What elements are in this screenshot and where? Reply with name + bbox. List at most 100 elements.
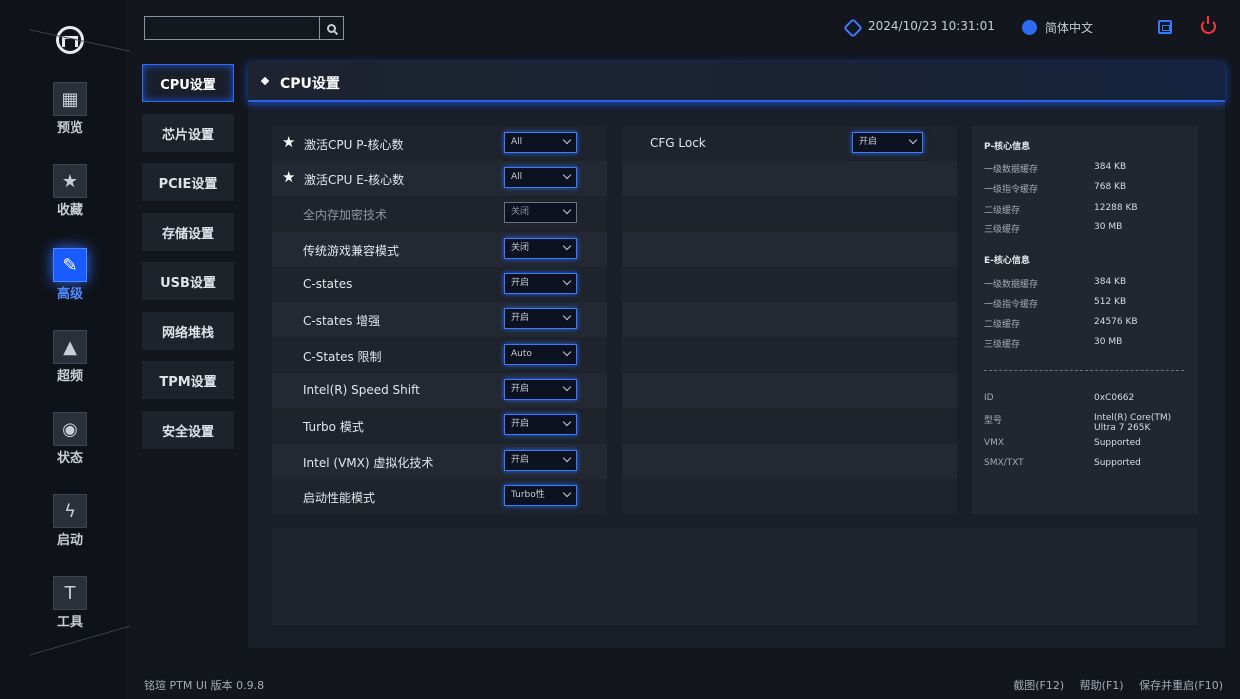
- screenshot-button[interactable]: 截图(F12): [1013, 679, 1064, 692]
- empty-row: [622, 444, 957, 479]
- info-value: 24576 KB: [1094, 317, 1138, 327]
- nav-item-advanced[interactable]: ✎ 高级: [48, 248, 92, 302]
- nav-item-tools[interactable]: T 工具: [48, 576, 92, 630]
- nav-item-overview[interactable]: ▦ 预览: [48, 82, 92, 136]
- eye-icon: ◉: [53, 412, 87, 446]
- panel-title: CPU设置: [280, 76, 340, 92]
- setting-select[interactable]: 开启: [504, 414, 577, 435]
- select-value: Turbo性: [511, 490, 545, 500]
- setting-row[interactable]: Intel(R) Speed Shift 开启: [272, 373, 607, 408]
- search-button[interactable]: [319, 17, 343, 39]
- setting-label: C-states 增强: [303, 314, 381, 328]
- select-value: 开启: [511, 419, 530, 429]
- panel-header: CPU设置: [248, 62, 1225, 102]
- info-value: 512 KB: [1094, 297, 1127, 307]
- info-value: 768 KB: [1094, 182, 1127, 192]
- select-value: All: [511, 172, 523, 182]
- help-button[interactable]: 帮助(F1): [1080, 679, 1124, 692]
- e-core-info-header: E-核心信息: [984, 256, 1030, 266]
- info-value: Supported: [1094, 458, 1141, 468]
- empty-row: [622, 232, 957, 267]
- setting-select[interactable]: 开启: [504, 450, 577, 471]
- setting-row[interactable]: Turbo 模式 开启: [272, 408, 607, 443]
- info-value: Intel(R) Core(TM) Ultra 7 265K: [1094, 413, 1172, 433]
- divider: [30, 625, 130, 685]
- chevron-down-icon: [562, 311, 572, 321]
- language-selector[interactable]: 简体中文: [1045, 19, 1093, 36]
- info-value: 30 MB: [1094, 222, 1123, 232]
- setting-select[interactable]: 开启: [504, 308, 577, 329]
- nav-item-favorites[interactable]: ★ 收藏: [48, 164, 92, 218]
- footer-shortcuts: 截图(F12) 帮助(F1) 保存并重启(F10): [1001, 677, 1223, 693]
- chevron-down-icon: [562, 417, 572, 427]
- nav-label: 工具: [56, 615, 83, 630]
- setting-row[interactable]: CFG Lock 开启: [622, 126, 957, 161]
- setting-row[interactable]: 启动性能模式 Turbo性: [272, 479, 607, 514]
- divider: [984, 370, 1184, 371]
- setting-row[interactable]: ★ 激活CPU E-核心数 All: [272, 161, 607, 196]
- select-value: 开启: [859, 137, 878, 147]
- star-icon[interactable]: ★: [282, 170, 295, 185]
- nav-item-overclock[interactable]: ▲ 超频: [48, 330, 92, 384]
- chevron-down-icon: [562, 382, 572, 392]
- setting-select[interactable]: Turbo性: [504, 485, 577, 506]
- setting-select[interactable]: All: [504, 167, 577, 188]
- cpu-info-panel: P-核心信息 一级数据缓存 384 KB 一级指令缓存 768 KB 二级缓存 …: [972, 126, 1198, 514]
- setting-select[interactable]: 开启: [852, 132, 923, 153]
- setting-row[interactable]: Intel (VMX) 虚拟化技术 开启: [272, 444, 607, 479]
- tool-icon: T: [53, 576, 87, 610]
- info-key: SMX/TXT: [984, 458, 1024, 468]
- info-key: 一级数据缓存: [984, 280, 1039, 290]
- star-icon: ★: [53, 164, 87, 198]
- setting-select[interactable]: All: [504, 132, 577, 153]
- setting-label: Intel(R) Speed Shift: [303, 383, 420, 397]
- setting-select[interactable]: 开启: [504, 273, 577, 294]
- info-key: VMX: [984, 438, 1005, 448]
- setting-select[interactable]: 关闭: [504, 238, 577, 259]
- chevron-down-icon: [562, 453, 572, 463]
- setting-label: 激活CPU E-核心数: [304, 173, 405, 187]
- tab-storage-settings[interactable]: 存储设置: [142, 213, 234, 251]
- setting-select[interactable]: 开启: [504, 379, 577, 400]
- tab-tpm-settings[interactable]: TPM设置: [142, 361, 234, 399]
- setting-row[interactable]: ★ 激活CPU P-核心数 All: [272, 126, 607, 161]
- info-key: 一级指令缓存: [984, 185, 1039, 195]
- settings-column-2: CFG Lock 开启: [622, 126, 957, 514]
- empty-row: [622, 161, 957, 196]
- tab-usb-settings[interactable]: USB设置: [142, 262, 234, 300]
- star-icon[interactable]: ★: [282, 135, 295, 150]
- tab-security-settings[interactable]: 安全设置: [142, 411, 234, 449]
- globe-icon[interactable]: [1022, 20, 1037, 35]
- rocket-icon: ▲: [53, 330, 87, 364]
- p-core-info-header: P-核心信息: [984, 142, 1031, 152]
- setting-row[interactable]: C-States 限制 Auto: [272, 338, 607, 373]
- nav-rail: ▦ 预览 ★ 收藏 ✎ 高级 ▲ 超频 ◉ 状态 ϟ 启动 T 工具: [0, 0, 130, 699]
- nav-label: 超频: [56, 369, 83, 384]
- setting-row[interactable]: C-states 开启: [272, 267, 607, 302]
- chevron-down-icon: [562, 241, 572, 251]
- setting-label: 传统游戏兼容模式: [303, 244, 400, 258]
- power-icon[interactable]: [1201, 16, 1216, 34]
- info-key: 三级缓存: [984, 340, 1021, 350]
- setting-row[interactable]: 传统游戏兼容模式 关闭: [272, 232, 607, 267]
- empty-row: [622, 479, 957, 514]
- nav-item-status[interactable]: ◉ 状态: [48, 412, 92, 466]
- info-value: Supported: [1094, 438, 1141, 448]
- nav-item-boot[interactable]: ϟ 启动: [48, 494, 92, 548]
- tab-cpu-settings[interactable]: CPU设置: [142, 64, 234, 102]
- setting-select[interactable]: Auto: [504, 344, 577, 365]
- search-input[interactable]: [144, 16, 344, 40]
- info-value: 384 KB: [1094, 277, 1127, 287]
- setting-label: C-States 限制: [303, 350, 382, 364]
- info-key: 三级缓存: [984, 225, 1021, 235]
- empty-row: [622, 302, 957, 337]
- save-restart-button[interactable]: 保存并重启(F10): [1139, 679, 1223, 692]
- tab-pcie-settings[interactable]: PCIE设置: [142, 163, 234, 201]
- chevron-down-icon: [562, 276, 572, 286]
- info-key: 一级指令缓存: [984, 300, 1039, 310]
- setting-row: 全内存加密技术 关闭: [272, 196, 607, 231]
- setting-row[interactable]: C-states 增强 开启: [272, 302, 607, 337]
- save-icon[interactable]: [1158, 20, 1172, 34]
- tab-network-stack[interactable]: 网络堆栈: [142, 312, 234, 350]
- tab-chipset-settings[interactable]: 芯片设置: [142, 114, 234, 152]
